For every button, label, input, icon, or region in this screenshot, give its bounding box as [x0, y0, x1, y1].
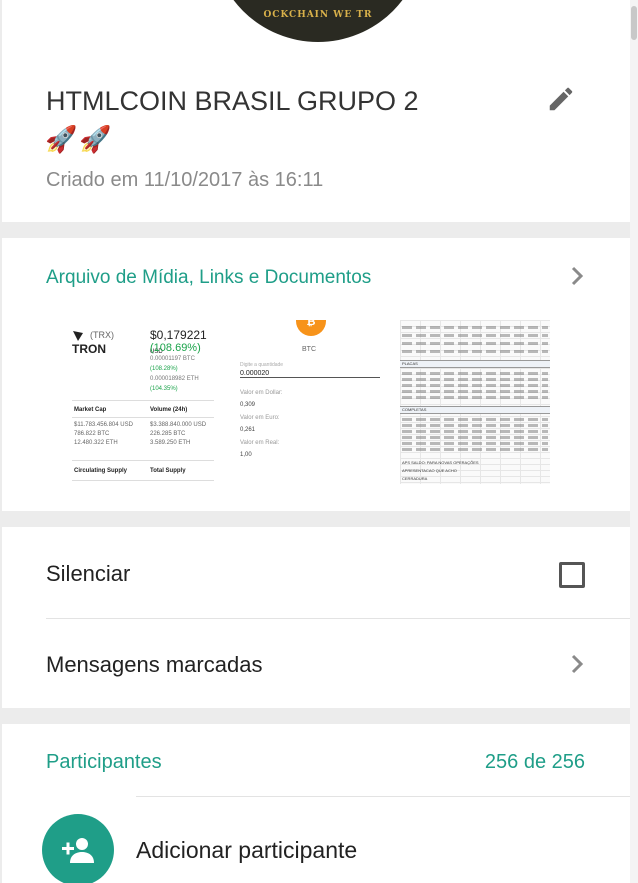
add-person-icon: [62, 838, 94, 863]
add-participant-button[interactable]: [42, 814, 114, 883]
market-cap-eth: 12.480.322 ETH: [74, 440, 118, 446]
circulating-supply-label: Circulating Supply: [74, 468, 128, 474]
media-thumbnail-tron[interactable]: (TRX) TRON $0,179221 USD (108.69%) 0.000…: [68, 320, 218, 484]
dollar-value: 0,309: [240, 402, 256, 408]
volume-label: Volume (24h): [150, 407, 188, 413]
group-name: HTMLCOIN BRASIL GRUPO 2: [46, 86, 419, 116]
divider: [72, 417, 214, 418]
sheet-row: [402, 372, 548, 375]
volume-eth: 3.589.250 ETH: [150, 440, 191, 446]
sheet-row: [402, 390, 548, 393]
divider: [46, 618, 630, 619]
media-thumbnail-btc-converter[interactable]: ₿ BTC Digite a quantidade 0.000020 Valor…: [234, 320, 384, 484]
tron-logo-icon: [73, 331, 83, 341]
tron-price-value: $0,179221: [150, 328, 207, 342]
created-date: Criado em 11/10/2017 às 16:11: [46, 169, 324, 191]
euro-value: 0,261: [240, 427, 256, 433]
divider: [136, 796, 630, 797]
market-cap-btc: 786.822 BTC: [74, 431, 110, 437]
mute-label[interactable]: Silenciar: [46, 561, 130, 587]
market-cap-values: $11.783.456.804 USD 786.822 BTC 12.480.3…: [74, 421, 133, 448]
sheet-row: [402, 334, 548, 337]
sheet-row: [402, 378, 548, 381]
sheet-row: [402, 442, 548, 445]
sheet-footer-line: APRESENTACAO QUE ACHO: [402, 468, 457, 473]
market-cap-usd: $11.783.456.804 USD: [74, 422, 133, 428]
sheet-row: [402, 326, 548, 329]
sheet-row: [402, 418, 548, 421]
amount-field: 0.000020: [240, 370, 380, 378]
sheet-row: [402, 350, 548, 353]
btc-label: BTC: [302, 346, 316, 353]
sheet-row: [402, 430, 548, 433]
divider: [72, 400, 214, 401]
sheet-footer-line: APS SALDO: PARA NOVAS OPERAÇÕES: [402, 460, 479, 465]
settings-card: Silenciar Mensagens marcadas: [2, 527, 630, 708]
tron-change: (108.69%): [150, 342, 201, 354]
sheet-header: [400, 360, 550, 368]
mute-checkbox[interactable]: [559, 562, 585, 588]
sheet-row: [402, 424, 548, 427]
sheet-section-title: COMPLETAS: [402, 407, 427, 412]
starred-messages-link[interactable]: Mensagens marcadas: [46, 652, 262, 678]
sheet-footer-line: CERRADURA: [402, 476, 428, 481]
group-avatar-image[interactable]: OCKCHAIN WE TR: [212, 0, 424, 42]
divider: [72, 460, 214, 461]
sheet-row: [402, 448, 548, 451]
media-card: Arquivo de Mídia, Links e Documentos (TR…: [2, 238, 630, 511]
add-participant-label[interactable]: Adicionar participante: [136, 837, 357, 864]
market-cap-label: Market Cap: [74, 407, 107, 413]
bitcoin-icon: ₿: [296, 320, 326, 336]
sheet-row: [402, 396, 548, 399]
total-supply-label: Total Supply: [150, 468, 186, 474]
tron-eth-change: (104.35%): [150, 386, 178, 392]
real-label: Valor em Real:: [240, 440, 280, 446]
media-thumbnail-spreadsheet[interactable]: PLACAS COMPLETAS APS SALDO: PARA NOVAS O…: [400, 320, 550, 484]
volume-btc: 226.285 BTC: [150, 431, 186, 437]
sheet-section-title: PLACAS: [402, 361, 418, 366]
tron-eth: 0.000018982 ETH: [150, 376, 199, 382]
sheet-row: [402, 342, 548, 345]
avatar-coin-text: OCKCHAIN WE TR: [263, 10, 373, 20]
participants-count: 256 de 256: [484, 751, 585, 773]
sheet-row: [402, 436, 548, 439]
participants-title: Participantes: [46, 751, 162, 773]
tron-btc-change: (108.28%): [150, 366, 178, 372]
scrollbar-thumb[interactable]: [631, 6, 637, 40]
volume-usd: $3.388.840.000 USD: [150, 422, 207, 428]
tron-ticker: (TRX): [90, 330, 114, 340]
group-name-emoji: 🚀🚀: [45, 124, 114, 154]
chevron-right-icon[interactable]: [567, 653, 587, 675]
participants-card: Participantes 256 de 256 Adicionar parti…: [2, 724, 630, 883]
amount-placeholder: Digite a quantidade: [240, 362, 284, 368]
volume-values: $3.388.840.000 USD 226.285 BTC 3.589.250…: [150, 421, 206, 448]
group-info-card: OCKCHAIN WE TR HTMLCOIN BRASIL GRUPO 2 🚀…: [2, 0, 630, 222]
real-value: 1,00: [240, 452, 252, 458]
tron-btc: 0.00001197 BTC: [150, 356, 195, 362]
chevron-right-icon[interactable]: [567, 265, 587, 287]
scrollbar[interactable]: [630, 0, 638, 883]
divider: [72, 480, 214, 481]
dollar-label: Valor em Dollar:: [240, 390, 283, 396]
pencil-icon[interactable]: [546, 84, 576, 114]
euro-label: Valor em Euro:: [240, 415, 280, 421]
sheet-row: [402, 384, 548, 387]
tron-name: TRON: [72, 342, 106, 356]
media-links-docs-link[interactable]: Arquivo de Mídia, Links e Documentos: [46, 267, 371, 289]
